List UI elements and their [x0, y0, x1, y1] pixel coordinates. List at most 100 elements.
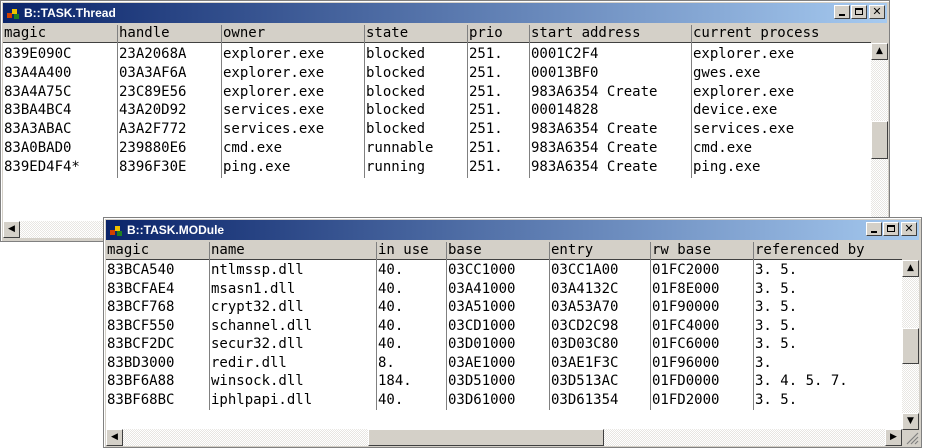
- column-header[interactable]: handle: [118, 25, 222, 43]
- thread-horizontal-scrollbar[interactable]: ◀: [3, 221, 106, 238]
- table-cell: 3. 5.: [755, 391, 798, 408]
- table-row[interactable]: 83BCF768 crypt32.dll 40. 03A51000 03A53A70 01…: [106, 299, 902, 316]
- table-row[interactable]: 83BCA540 ntlmssp.dll 40. 03CC1000 03CC1A00 01…: [106, 262, 902, 279]
- column-header[interactable]: rw base: [651, 242, 754, 260]
- table-cell: 01F8E000: [652, 280, 720, 297]
- column-header[interactable]: magic: [3, 25, 118, 43]
- scroll-up-button[interactable]: ▲: [902, 260, 919, 277]
- table-row[interactable]: 83BCF2DC secur32.dll 40. 03D01000 03D03C80 01…: [106, 336, 902, 353]
- scroll-down-button[interactable]: ▼: [902, 413, 919, 430]
- table-cell: device.exe: [693, 102, 778, 119]
- thread-window-title: B::TASK.Thread: [24, 6, 116, 20]
- table-cell: 0001C2F4: [531, 46, 599, 62]
- table-cell: 83A3ABAC: [4, 121, 72, 138]
- table-cell: 03A4132C: [551, 280, 619, 297]
- arrow-down-icon: ▼: [907, 416, 914, 426]
- thread-vertical-scrollbar[interactable]: ▲: [871, 43, 888, 221]
- table-cell: 251.: [469, 102, 503, 119]
- table-row[interactable]: 83BF6A88 winsock.dll 184. 03D51000 03D513AC 0…: [106, 373, 902, 390]
- arrow-left-icon: ◀: [8, 224, 15, 234]
- scroll-thumb[interactable]: [871, 121, 888, 159]
- table-cell: services.exe: [223, 102, 325, 119]
- column-header[interactable]: current process: [692, 25, 871, 43]
- table-cell: ping.exe: [223, 158, 291, 175]
- table-cell: running: [366, 158, 426, 175]
- table-cell: 03A53A70: [551, 299, 619, 315]
- table-row[interactable]: 83A3ABAC A3A2F772 services.exe blocked 251. 9…: [3, 121, 871, 138]
- table-cell: 03D51000: [448, 373, 516, 389]
- column-header[interactable]: base: [447, 242, 550, 260]
- scroll-left-button[interactable]: ◀: [3, 221, 20, 238]
- column-header[interactable]: state: [365, 25, 468, 43]
- module-list[interactable]: magic name in use base entry rw base reference…: [106, 242, 902, 429]
- thread-window-titlebar[interactable]: B::TASK.Thread ✕: [3, 3, 887, 23]
- table-row[interactable]: 83BCFAE4 msasn1.dll 40. 03A41000 03A4132C 01F…: [106, 281, 902, 298]
- column-divider: [221, 25, 222, 178]
- trace32-window-icon: [110, 226, 122, 236]
- table-cell: blocked: [366, 46, 426, 62]
- scroll-up-button[interactable]: ▲: [871, 43, 888, 60]
- table-row[interactable]: 83BA4BC4 43A20D92 services.exe blocked 251. 0…: [3, 102, 871, 119]
- maximize-button[interactable]: [883, 222, 899, 236]
- table-cell: 03D61354: [551, 391, 619, 408]
- minimize-button[interactable]: [866, 222, 882, 236]
- column-header[interactable]: magic: [106, 242, 210, 260]
- table-cell: ntlmssp.dll: [211, 262, 304, 278]
- table-cell: 03AE1000: [448, 354, 516, 371]
- table-cell: 83BCF768: [107, 299, 175, 315]
- minimize-button[interactable]: [834, 5, 850, 19]
- module-window-titlebar[interactable]: B::TASK.MODule ✕: [106, 220, 919, 240]
- column-header[interactable]: referenced by: [754, 242, 902, 260]
- column-header[interactable]: owner: [222, 25, 365, 43]
- column-header[interactable]: start address: [530, 25, 692, 43]
- table-cell: 40.: [378, 391, 404, 408]
- column-divider: [650, 242, 651, 410]
- column-header[interactable]: in use: [377, 242, 447, 260]
- table-row[interactable]: 83BD3000 redir.dll 8. 03AE1000 03AE1F3C 01F96…: [106, 355, 902, 372]
- maximize-button[interactable]: [851, 5, 867, 19]
- table-cell: 3. 5.: [755, 280, 798, 297]
- resize-grip-icon[interactable]: [905, 431, 919, 445]
- table-cell: 83BCF2DC: [107, 336, 175, 352]
- table-cell: 83BCFAE4: [107, 280, 175, 297]
- table-row[interactable]: 839ED4F4* 8396F30E ping.exe running 251. 983A…: [3, 159, 871, 176]
- column-header[interactable]: entry: [550, 242, 651, 260]
- table-cell: blocked: [366, 83, 426, 100]
- column-header[interactable]: prio: [468, 25, 530, 43]
- table-row[interactable]: 83A4A75C 23C89E56 explorer.exe blocked 251. 9…: [3, 84, 871, 101]
- table-cell: 03D513AC: [551, 373, 619, 389]
- table-cell: 83BCF550: [107, 317, 175, 334]
- table-cell: 00013BF0: [531, 64, 599, 81]
- close-button[interactable]: ✕: [869, 5, 885, 19]
- scroll-thumb[interactable]: [902, 328, 919, 364]
- module-horizontal-scrollbar[interactable]: ◀ ▶: [106, 429, 902, 446]
- table-row[interactable]: 83BCF550 schannel.dll 40. 03CD1000 03CD2C98 0…: [106, 318, 902, 335]
- scroll-left-button[interactable]: ◀: [106, 429, 123, 446]
- table-cell: winsock.dll: [211, 373, 304, 389]
- table-cell: A3A2F772: [119, 121, 187, 138]
- table-cell: 03CC1A00: [551, 262, 619, 278]
- column-divider: [467, 25, 468, 178]
- table-cell: 40.: [378, 317, 404, 334]
- thread-list[interactable]: magic handle owner state prio start address cu…: [3, 25, 871, 221]
- table-row[interactable]: 83A0BAD0 239880E6 cmd.exe runnable 251. 983A6…: [3, 140, 871, 157]
- table-cell: 83BF68BC: [107, 391, 175, 408]
- column-divider: [529, 25, 530, 178]
- table-cell: 40.: [378, 280, 404, 297]
- module-vertical-scrollbar[interactable]: ▲ ▼: [902, 260, 919, 430]
- table-cell: cmd.exe: [693, 140, 753, 156]
- table-cell: 251.: [469, 140, 503, 156]
- horizontal-scroll-thumb[interactable]: [368, 429, 604, 446]
- table-cell: 03A41000: [448, 280, 516, 297]
- table-cell: blocked: [366, 64, 426, 81]
- table-row[interactable]: 839E090C 23A2068A explorer.exe blocked 251. 0…: [3, 46, 871, 63]
- table-row[interactable]: 83A4A400 03A3AF6A explorer.exe blocked 251. 0…: [3, 65, 871, 82]
- column-divider: [364, 25, 365, 178]
- table-cell: 239880E6: [119, 140, 187, 156]
- table-cell: 03A51000: [448, 299, 516, 315]
- table-cell: services.exe: [693, 121, 795, 138]
- scroll-right-button[interactable]: ▶: [885, 429, 902, 446]
- table-row[interactable]: 83BF68BC iphlpapi.dll 40. 03D61000 03D61354 0…: [106, 392, 902, 409]
- close-button[interactable]: ✕: [901, 222, 917, 236]
- column-header[interactable]: name: [210, 242, 377, 260]
